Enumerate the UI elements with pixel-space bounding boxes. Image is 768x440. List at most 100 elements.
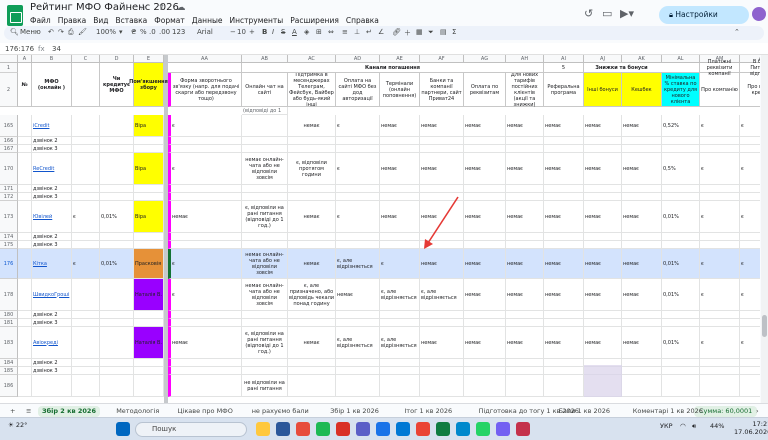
table-cell[interactable] <box>134 311 164 319</box>
row-header[interactable]: 174 <box>0 233 18 241</box>
table-cell[interactable] <box>72 115 100 137</box>
table-cell[interactable] <box>288 241 336 249</box>
table-cell[interactable] <box>662 375 700 397</box>
table-cell[interactable] <box>380 375 420 397</box>
column-header[interactable]: AF <box>420 55 464 63</box>
table-cell[interactable] <box>242 367 288 375</box>
table-cell[interactable]: немає <box>380 201 420 233</box>
table-cell[interactable] <box>242 359 288 367</box>
table-cell[interactable]: немає <box>464 249 506 279</box>
table-cell[interactable] <box>72 233 100 241</box>
table-cell[interactable] <box>544 185 584 193</box>
table-cell[interactable] <box>134 233 164 241</box>
table-cell[interactable] <box>134 137 164 145</box>
menu-item[interactable]: Вставка <box>116 16 148 25</box>
menu-item[interactable]: Вид <box>93 16 108 25</box>
table-cell[interactable] <box>242 115 288 137</box>
table-cell[interactable] <box>584 311 622 319</box>
name-box[interactable]: 176:176 <box>5 45 34 53</box>
sheet-grid[interactable]: ABCDEAAABACADAEAFAGAHAIAJAKALAMAN12№МФО … <box>0 55 760 403</box>
table-cell[interactable] <box>18 249 32 279</box>
valign-icon[interactable]: ⊥ <box>354 28 360 36</box>
table-cell[interactable]: є, але відрізняється <box>380 279 420 311</box>
percent-button[interactable]: % <box>140 28 147 36</box>
spotify-icon[interactable] <box>316 422 330 436</box>
table-cell[interactable] <box>464 145 506 153</box>
table-cell[interactable] <box>662 145 700 153</box>
table-cell[interactable]: немає <box>464 201 506 233</box>
menu-item[interactable]: Файл <box>30 16 51 25</box>
column-header[interactable]: A <box>18 55 32 63</box>
table-cell[interactable] <box>740 145 760 153</box>
table-cell[interactable] <box>242 311 288 319</box>
menu-item[interactable]: Формат <box>154 16 184 25</box>
italic-icon[interactable]: I <box>272 28 274 36</box>
print-icon[interactable]: ⎙ <box>68 28 74 37</box>
filter-views-icon[interactable]: ▤ <box>440 28 447 36</box>
table-cell[interactable]: є <box>700 279 740 311</box>
weather-widget[interactable]: ☀ 22° <box>8 421 27 429</box>
fill-color-icon[interactable]: ◈ <box>304 28 309 36</box>
volume-icon[interactable]: 🔊︎ <box>692 422 696 431</box>
undo-icon[interactable]: ↶ <box>48 28 54 36</box>
avatar[interactable] <box>752 7 766 21</box>
table-cell[interactable]: немає <box>506 115 544 137</box>
table-cell[interactable] <box>740 367 760 375</box>
table-cell[interactable]: дзвінок 3 <box>32 241 72 249</box>
link-icon[interactable]: 🔗︎ <box>392 28 401 36</box>
table-cell[interactable] <box>168 137 242 145</box>
table-cell[interactable] <box>420 375 464 397</box>
table-cell[interactable] <box>336 241 380 249</box>
table-cell[interactable]: немає <box>584 327 622 359</box>
table-cell[interactable]: дзвінок 3 <box>32 145 72 153</box>
table-cell[interactable] <box>18 327 32 359</box>
table-cell[interactable] <box>740 137 760 145</box>
table-cell[interactable] <box>622 145 662 153</box>
table-cell[interactable]: є, відповіли на рані питання (відповіді … <box>242 201 288 233</box>
table-cell[interactable] <box>242 137 288 145</box>
table-cell[interactable] <box>336 145 380 153</box>
table-cell[interactable] <box>584 233 622 241</box>
wrap-icon[interactable]: ↵ <box>366 28 372 36</box>
table-cell[interactable] <box>134 193 164 201</box>
table-cell[interactable]: немає <box>584 153 622 185</box>
search-icon[interactable]: 🔍︎ <box>10 28 19 36</box>
table-cell[interactable]: є, але відрізняється <box>336 327 380 359</box>
table-cell[interactable] <box>380 367 420 375</box>
table-cell[interactable] <box>662 367 700 375</box>
row-header[interactable]: 165 <box>0 115 18 137</box>
table-cell[interactable]: Віра <box>134 115 164 137</box>
table-cell[interactable]: Віра <box>134 153 164 185</box>
table-cell[interactable]: 0,01% <box>662 327 700 359</box>
table-cell[interactable] <box>506 193 544 201</box>
table-cell[interactable] <box>336 319 380 327</box>
text-color-icon[interactable]: A <box>292 28 297 36</box>
column-header[interactable]: AJ <box>584 55 622 63</box>
table-cell[interactable] <box>700 145 740 153</box>
telegram-icon[interactable] <box>456 422 470 436</box>
table-cell[interactable] <box>584 319 622 327</box>
table-cell[interactable] <box>464 311 506 319</box>
currency-button[interactable]: ₴ <box>131 28 136 36</box>
table-cell[interactable] <box>584 185 622 193</box>
bold-icon[interactable]: B <box>262 28 267 36</box>
windows-start-icon[interactable] <box>116 422 130 436</box>
table-cell[interactable] <box>100 375 134 397</box>
table-cell[interactable]: є <box>700 249 740 279</box>
table-cell[interactable]: немає <box>622 201 662 233</box>
table-cell[interactable] <box>168 241 242 249</box>
table-cell[interactable] <box>740 241 760 249</box>
table-cell[interactable] <box>72 145 100 153</box>
table-cell[interactable]: є, але відрізняється <box>336 249 380 279</box>
table-cell[interactable] <box>134 185 164 193</box>
table-cell[interactable]: немає <box>584 115 622 137</box>
table-cell[interactable] <box>18 359 32 367</box>
table-cell[interactable] <box>420 145 464 153</box>
table-cell[interactable] <box>72 327 100 359</box>
table-cell[interactable] <box>288 375 336 397</box>
table-cell[interactable] <box>700 233 740 241</box>
row-header[interactable]: 170 <box>0 153 18 185</box>
table-cell[interactable] <box>100 233 134 241</box>
table-cell[interactable]: 0,01% <box>100 249 134 279</box>
table-cell[interactable] <box>288 233 336 241</box>
